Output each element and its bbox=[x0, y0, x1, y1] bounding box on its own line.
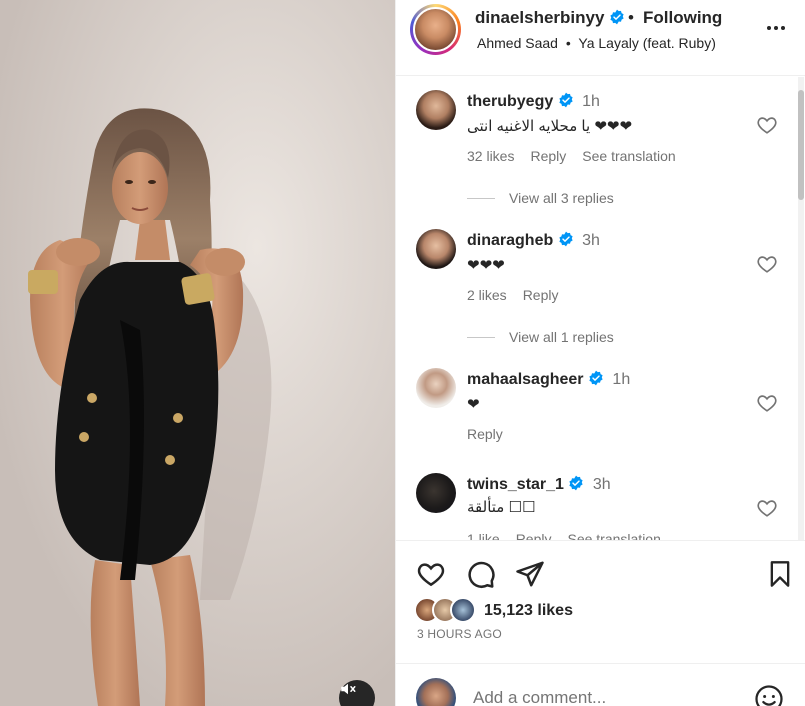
add-comment-bar bbox=[396, 663, 805, 706]
commenter-avatar[interactable] bbox=[416, 473, 456, 513]
likes-count[interactable]: 15,123 likes bbox=[484, 602, 573, 620]
header-separator: • bbox=[628, 8, 634, 27]
reply-button[interactable]: Reply bbox=[523, 287, 559, 303]
heart-icon[interactable] bbox=[756, 114, 778, 136]
verified-badge-icon bbox=[569, 475, 583, 491]
reply-button[interactable]: Reply bbox=[467, 426, 503, 442]
post-media[interactable] bbox=[0, 0, 395, 706]
comment-likes[interactable]: 32 likes bbox=[467, 148, 514, 164]
view-replies-button[interactable]: View all 3 replies bbox=[467, 190, 614, 206]
author-avatar[interactable] bbox=[410, 4, 461, 55]
more-horizontal-icon bbox=[767, 26, 771, 30]
verified-badge-icon bbox=[589, 370, 603, 386]
comment-input[interactable] bbox=[473, 688, 733, 706]
comment-meta: 2 likes Reply bbox=[467, 287, 558, 303]
paper-plane-icon[interactable] bbox=[515, 559, 545, 589]
comment-text: ❤ bbox=[467, 396, 480, 413]
comment-item: dinaragheb 3h ❤❤❤ 2 likes Reply View all… bbox=[396, 226, 796, 356]
reply-button[interactable]: Reply bbox=[516, 531, 552, 540]
commenter-username[interactable]: twins_star_1 3h bbox=[467, 475, 611, 494]
post-timestamp[interactable]: 3 HOURS AGO bbox=[417, 627, 502, 641]
audio-track[interactable]: Ya Layaly (feat. Ruby) bbox=[578, 35, 715, 51]
verified-badge-icon bbox=[610, 9, 624, 25]
replies-line bbox=[467, 336, 495, 338]
comment-text: يا محلايه الاغنيه انتى ❤❤❤ bbox=[467, 118, 633, 135]
commenter-username-text[interactable]: therubyegy bbox=[467, 93, 553, 110]
commenter-username-text[interactable]: dinaragheb bbox=[467, 232, 553, 249]
commenter-username[interactable]: dinaragheb 3h bbox=[467, 231, 600, 250]
view-replies-text[interactable]: View all 1 replies bbox=[509, 329, 614, 345]
comment-likes[interactable]: 2 likes bbox=[467, 287, 507, 303]
more-options-button[interactable] bbox=[767, 18, 797, 38]
commenter-avatar[interactable] bbox=[416, 90, 456, 130]
post-photo bbox=[0, 0, 395, 706]
reply-button[interactable]: Reply bbox=[530, 148, 566, 164]
comment-bubble-icon[interactable] bbox=[466, 559, 496, 589]
heart-icon[interactable] bbox=[416, 559, 446, 589]
see-translation-button[interactable]: See translation bbox=[582, 148, 675, 164]
replies-line bbox=[467, 197, 495, 199]
heart-icon[interactable] bbox=[756, 392, 778, 414]
see-translation-button[interactable]: See translation bbox=[567, 531, 660, 540]
comment-time[interactable]: 3h bbox=[593, 476, 611, 493]
comment-time[interactable]: 1h bbox=[612, 371, 630, 388]
liker-avatar[interactable] bbox=[450, 597, 476, 623]
verified-badge-icon bbox=[559, 92, 573, 108]
comment-meta: 1 like Reply See translation bbox=[467, 531, 661, 540]
commenter-username[interactable]: mahaalsagheer 1h bbox=[467, 370, 630, 389]
commenter-username[interactable]: therubyegy 1h bbox=[467, 92, 600, 111]
comment-time[interactable]: 1h bbox=[582, 93, 600, 110]
heart-icon[interactable] bbox=[756, 253, 778, 275]
comment-item: twins_star_1 3h متألقة ☐☐ 1 like Reply S… bbox=[396, 470, 796, 540]
liker-avatars[interactable] bbox=[414, 597, 484, 625]
comment-meta: 32 likes Reply See translation bbox=[467, 148, 676, 164]
commenter-username-text[interactable]: twins_star_1 bbox=[467, 476, 564, 493]
comment-item: mahaalsagheer 1h ❤ Reply bbox=[396, 365, 796, 455]
author-username-text[interactable]: dinaelsherbinyy bbox=[475, 8, 604, 27]
smiley-icon[interactable] bbox=[754, 684, 784, 706]
commenter-username-text[interactable]: mahaalsagheer bbox=[467, 371, 584, 388]
current-user-avatar bbox=[416, 678, 456, 706]
bookmark-icon[interactable] bbox=[766, 559, 794, 589]
comments-list: therubyegy 1h يا محلايه الاغنيه انتى ❤❤❤… bbox=[396, 77, 805, 540]
commenter-avatar[interactable] bbox=[416, 368, 456, 408]
speaker-muted-icon bbox=[341, 683, 356, 695]
audio-artist[interactable]: Ahmed Saad bbox=[477, 35, 558, 51]
audio-attribution[interactable]: Ahmed Saad • Ya Layaly (feat. Ruby) bbox=[477, 35, 716, 51]
following-button[interactable]: Following bbox=[643, 8, 722, 28]
verified-badge-icon bbox=[559, 231, 573, 247]
view-replies-button[interactable]: View all 1 replies bbox=[467, 329, 614, 345]
comment-meta: Reply bbox=[467, 426, 503, 442]
post-panel: dinaelsherbinyy • Following Ahmed Saad •… bbox=[395, 0, 805, 706]
view-replies-text[interactable]: View all 3 replies bbox=[509, 190, 614, 206]
author-username[interactable]: dinaelsherbinyy bbox=[475, 8, 625, 28]
comment-likes[interactable]: 1 like bbox=[467, 531, 500, 540]
heart-icon[interactable] bbox=[756, 497, 778, 519]
comment-text: متألقة ☐☐ bbox=[467, 499, 536, 516]
comment-item: therubyegy 1h يا محلايه الاغنيه انتى ❤❤❤… bbox=[396, 87, 796, 217]
post-header: dinaelsherbinyy • Following Ahmed Saad •… bbox=[396, 0, 805, 76]
audio-separator: • bbox=[565, 35, 571, 51]
comment-text: ❤❤❤ bbox=[467, 257, 505, 274]
comment-time[interactable]: 3h bbox=[582, 232, 600, 249]
commenter-avatar[interactable] bbox=[416, 229, 456, 269]
